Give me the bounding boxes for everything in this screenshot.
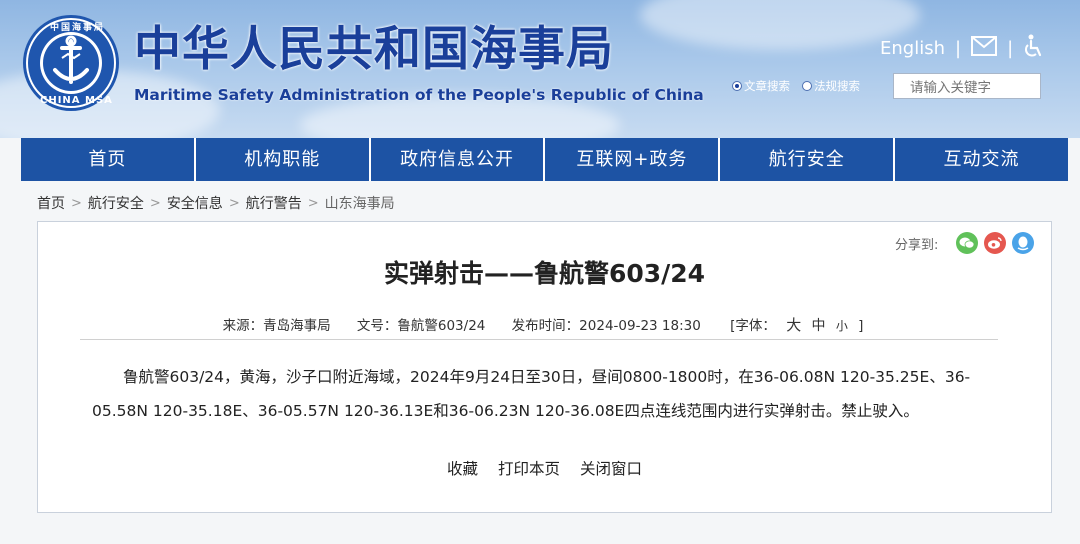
nav-item-functions[interactable]: 机构职能 [196,138,371,181]
breadcrumb: 首页 > 航行安全 > 安全信息 > 航行警告 > 山东海事局 [37,193,395,213]
logo-bottom-text: CHINA MSA [40,95,113,106]
breadcrumb-home[interactable]: 首页 [37,193,65,213]
favorite-button[interactable]: 收藏 [447,457,478,479]
share-bar: 分享到: [895,232,1035,254]
msa-logo-icon[interactable]: 中国海事局 CHINA MSA [22,14,120,112]
nav-item-home[interactable]: 首页 [21,138,196,181]
radio-selected-icon[interactable] [732,81,742,91]
mail-icon[interactable] [971,35,998,61]
breadcrumb-shandong[interactable]: 山东海事局 [325,193,395,213]
separator: | [1007,37,1014,59]
chevron-right-icon: > [149,195,161,211]
top-links: English | | [880,34,1043,62]
font-label: [字体： [730,318,776,334]
search-options: 文章搜索 法规搜索 [732,78,872,94]
nav-item-nav-safety[interactable]: 航行安全 [720,138,896,181]
font-size-large[interactable]: 大 [786,316,801,334]
accessibility-icon[interactable] [1023,34,1043,63]
article-meta: 来源：青岛海事局 文号：鲁航警603/24 发布时间：2024-09-23 18… [38,314,1051,335]
nav-item-gov-info[interactable]: 政府信息公开 [371,138,546,181]
radio-icon[interactable] [802,81,812,91]
breadcrumb-nav-safety[interactable]: 航行安全 [88,193,144,213]
breadcrumb-safety-info[interactable]: 安全信息 [167,193,223,213]
font-size-control: [字体： 大 中 小 ] [727,316,866,334]
article-panel: 分享到: 实弹射击——鲁航警603/24 来源：青岛海事局 文号：鲁航警603/… [37,221,1052,513]
search-input[interactable] [893,73,1041,99]
logo-top-text: 中国海事局 [50,23,106,33]
print-button[interactable]: 打印本页 [498,457,560,479]
nav-item-interaction[interactable]: 互动交流 [895,138,1068,181]
separator: | [955,37,962,59]
chevron-right-icon: > [71,195,82,211]
article-doc-number: 文号：鲁航警603/24 [356,318,486,334]
article-actions: 收藏 打印本页 关闭窗口 [38,457,1051,479]
site-header: 中国海事局 CHINA MSA 中华人民共和国海事局 Maritime Safe… [0,0,1080,138]
close-window-button[interactable]: 关闭窗口 [580,457,642,479]
font-close: ] [858,318,864,334]
font-size-small[interactable]: 小 [836,319,848,333]
share-label: 分享到: [895,237,939,253]
article-title: 实弹射击——鲁航警603/24 [383,259,706,288]
chevron-right-icon: > [228,195,240,211]
divider [80,339,998,340]
article-source: 来源：青岛海事局 [222,318,331,334]
wechat-icon[interactable] [956,232,979,254]
search-option-articles[interactable]: 文章搜索 [732,78,790,94]
weibo-icon[interactable] [984,232,1007,254]
article-publish-time: 发布时间：2024-09-23 18:30 [511,318,701,334]
chevron-right-icon: > [307,195,319,211]
qq-icon[interactable] [1012,232,1035,254]
article-body: 鲁航警603/24，黄海，沙子口附近海域，2024年9月24日至30日，昼间08… [92,368,971,420]
font-size-medium[interactable]: 中 [812,318,826,334]
english-link[interactable]: English [880,38,945,59]
search-option-regulations[interactable]: 法规搜索 [802,78,860,94]
nav-item-internet-gov[interactable]: 互联网+政务 [545,138,721,181]
site-title-en: Maritime Safety Administration of the Pe… [134,86,704,104]
breadcrumb-warnings[interactable]: 航行警告 [246,193,302,213]
main-nav: 首页 机构职能 政府信息公开 互联网+政务 航行安全 互动交流 [21,138,1068,181]
site-title-cn: 中华人民共和国海事局 [134,22,614,77]
